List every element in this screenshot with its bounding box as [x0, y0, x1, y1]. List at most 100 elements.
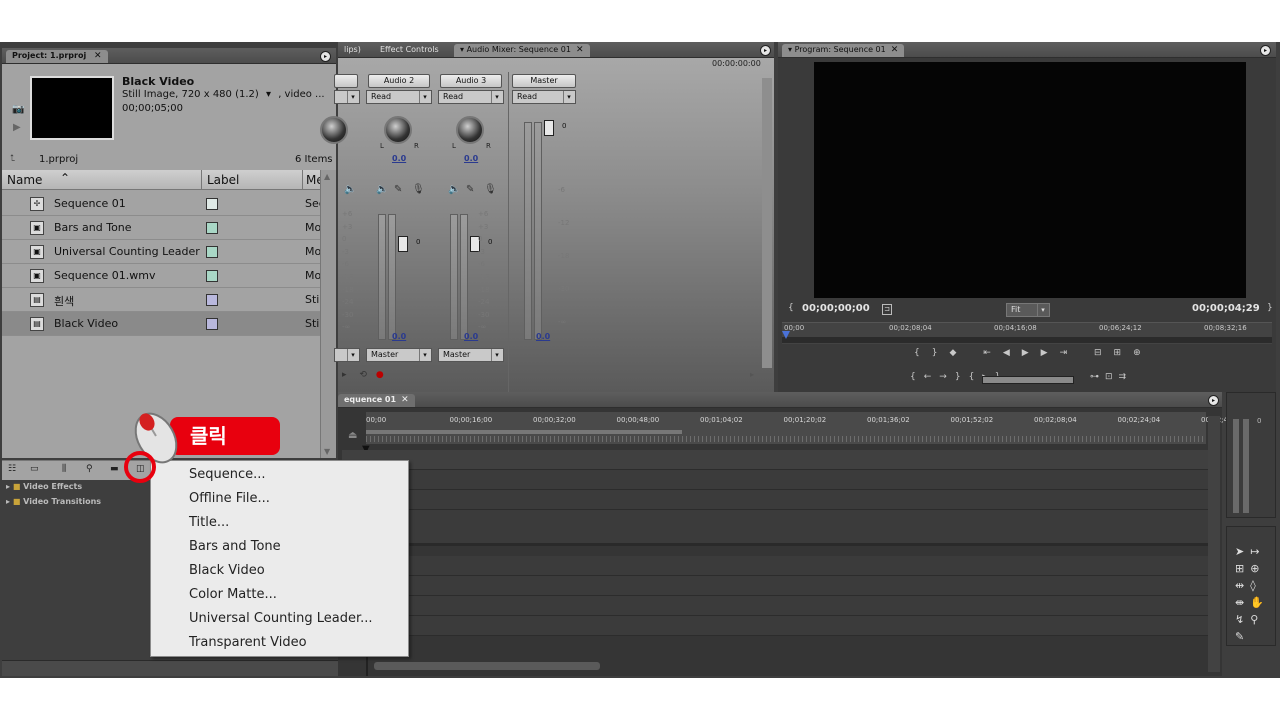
- pan-knob-partial[interactable]: [320, 116, 348, 144]
- selection-tool-icon[interactable]: ➤: [1235, 545, 1250, 558]
- channel-master-button[interactable]: Master: [512, 74, 576, 88]
- find-icon[interactable]: ⚲: [86, 464, 93, 474]
- sort-asc-icon[interactable]: ⌃: [60, 171, 70, 185]
- trim-icon[interactable]: ⊶: [1090, 372, 1105, 382]
- program-time-ruler[interactable]: 00;00 00;02;08;04 00;04;16;08 00;06;24;12 00…: [782, 322, 1272, 344]
- video-track-main[interactable]: [342, 510, 1208, 546]
- speaker-icon[interactable]: 🔈: [448, 184, 460, 195]
- pan-knob-audio-3[interactable]: [456, 116, 484, 144]
- channel-audio-3-button[interactable]: Audio 3: [440, 74, 502, 88]
- zoom-tool-icon[interactable]: ⚲: [1250, 613, 1264, 626]
- lift-icon[interactable]: ⊟: [1094, 348, 1114, 358]
- camera-icon[interactable]: 📷: [12, 104, 24, 115]
- timeline-zoom-scroll[interactable]: [374, 662, 600, 670]
- go-to-next-edit-icon[interactable]: →}: [939, 372, 968, 382]
- menu-item[interactable]: Bars and Tone: [189, 535, 281, 559]
- loop-icon[interactable]: ⟲: [359, 370, 367, 380]
- track-select-tool-icon[interactable]: ↦: [1250, 545, 1265, 558]
- go-to-in-icon[interactable]: ⇤: [983, 348, 1003, 358]
- solo-icon[interactable]: ✎: [466, 184, 474, 195]
- menu-item[interactable]: Color Matte...: [189, 583, 277, 607]
- export-frame-icon[interactable]: ⊕: [1133, 348, 1153, 358]
- pan-value-audio-3[interactable]: 0.0: [464, 154, 478, 163]
- audio-track-3[interactable]: [342, 596, 1208, 616]
- program-zoom-bar[interactable]: [782, 337, 1272, 343]
- chevron-down-icon[interactable]: ▾: [266, 89, 271, 100]
- volume-value-master[interactable]: 0.0: [536, 332, 550, 341]
- safe-margins-icon[interactable]: ⊡: [1105, 372, 1119, 382]
- channel-partial-button[interactable]: [334, 74, 358, 88]
- go-to-out-icon[interactable]: ⇥: [1060, 348, 1080, 358]
- timeline-ruler[interactable]: 00;00 00;00;16;00 00;00;32;00 00;00;48;00 00…: [366, 412, 1228, 444]
- mixer-scrollbar[interactable]: [762, 78, 772, 368]
- volume-value-audio-2[interactable]: 0.0: [392, 332, 406, 341]
- record-mic-icon[interactable]: 🎙: [412, 184, 425, 195]
- set-in-icon[interactable]: {: [914, 348, 932, 358]
- tab-audio-mixer[interactable]: ▾ Audio Mixer: Sequence 01 ✕: [454, 44, 590, 57]
- channel-audio-2-automation[interactable]: Read: [366, 90, 432, 104]
- step-back-icon[interactable]: ◀: [1003, 348, 1022, 358]
- project-item-row[interactable]: ▣ Universal Counting Leader Mo: [2, 240, 321, 264]
- pen-tool-icon[interactable]: ✎: [1235, 630, 1250, 643]
- close-icon[interactable]: ✕: [576, 44, 584, 56]
- go-to-prev-edit-icon[interactable]: {←: [910, 372, 939, 382]
- channel-partial-mode[interactable]: [334, 90, 360, 104]
- column-name[interactable]: Name: [7, 173, 42, 187]
- chevron-right-icon[interactable]: }: [1267, 303, 1273, 313]
- column-label[interactable]: Label: [207, 173, 239, 187]
- menu-item[interactable]: Transparent Video: [189, 631, 307, 655]
- chevron-right-icon[interactable]: ▸: [6, 497, 10, 506]
- output-partial[interactable]: [334, 348, 360, 362]
- new-bin-icon[interactable]: ▬: [110, 464, 119, 474]
- tab-program[interactable]: ▾ Program: Sequence 01 ✕: [782, 44, 905, 57]
- panel-menu-icon[interactable]: ▸: [320, 51, 331, 62]
- slide-tool-icon[interactable]: ↯: [1235, 613, 1250, 626]
- work-area-bar[interactable]: [366, 430, 682, 434]
- step-forward-icon[interactable]: ▶: [1041, 348, 1060, 358]
- playhead-icon[interactable]: [782, 331, 790, 339]
- close-icon[interactable]: ✕: [94, 50, 102, 62]
- timeline-scrollbar[interactable]: [1208, 416, 1220, 672]
- tab-effect-controls[interactable]: Effect Controls: [374, 44, 445, 57]
- set-out-icon[interactable]: }: [932, 348, 950, 358]
- project-item-row[interactable]: ✢ Sequence 01 Seq: [2, 192, 321, 216]
- bin-up-icon[interactable]: ⮤: [10, 154, 15, 164]
- speaker-icon[interactable]: 🔈: [376, 184, 388, 195]
- marker-icon[interactable]: ◆: [949, 348, 968, 358]
- pan-value-audio-2[interactable]: 0.0: [392, 154, 406, 163]
- project-item-row[interactable]: ▣ Sequence 01.wmv Mo: [2, 264, 321, 288]
- list-view-icon[interactable]: ☷: [8, 464, 16, 474]
- volume-fader-audio-2[interactable]: [398, 236, 408, 252]
- volume-value-audio-3[interactable]: 0.0: [464, 332, 478, 341]
- automate-to-sequence-icon[interactable]: ⫼: [62, 464, 66, 474]
- tab-timeline[interactable]: equence 01 ✕: [338, 394, 415, 407]
- icon-view-icon[interactable]: ▭: [30, 464, 39, 474]
- output-audio-2[interactable]: Master: [366, 348, 432, 362]
- panel-menu-icon[interactable]: ▸: [1208, 395, 1219, 406]
- pan-knob-audio-2[interactable]: [384, 116, 412, 144]
- tab-project[interactable]: Project: 1.prproj ✕: [6, 50, 108, 63]
- speaker-icon[interactable]: 🔈: [344, 184, 356, 195]
- channel-audio-3-automation[interactable]: Read: [438, 90, 504, 104]
- panel-menu-icon[interactable]: ▸: [1260, 45, 1271, 56]
- column-media-type[interactable]: Me: [306, 173, 320, 187]
- rate-stretch-tool-icon[interactable]: ⇹: [1235, 579, 1250, 592]
- record-icon[interactable]: ●: [376, 370, 384, 380]
- audio-track-2[interactable]: [342, 576, 1208, 596]
- tab-clip[interactable]: lips): [338, 44, 367, 57]
- channel-audio-2-button[interactable]: Audio 2: [368, 74, 430, 88]
- channel-master-automation[interactable]: Read: [512, 90, 576, 104]
- close-icon[interactable]: ✕: [891, 44, 899, 56]
- audio-track-master[interactable]: [342, 616, 1208, 636]
- play-icon[interactable]: ▶: [13, 122, 21, 133]
- jog-shuttle[interactable]: [982, 376, 1074, 384]
- solo-icon[interactable]: ✎: [394, 184, 402, 195]
- chevron-left-icon[interactable]: {: [788, 303, 794, 313]
- effects-folder-video-transitions[interactable]: ▸ ■ Video Transitions: [6, 497, 101, 506]
- output-icon[interactable]: ⇉: [1119, 372, 1133, 382]
- mixer-timecode[interactable]: 00:00:00:00: [712, 59, 761, 68]
- snap-icon[interactable]: ⏏: [348, 430, 357, 441]
- current-time-display[interactable]: 00;00;00;00: [802, 303, 870, 314]
- close-icon[interactable]: ✕: [401, 394, 409, 406]
- menu-item[interactable]: Sequence...: [189, 463, 266, 487]
